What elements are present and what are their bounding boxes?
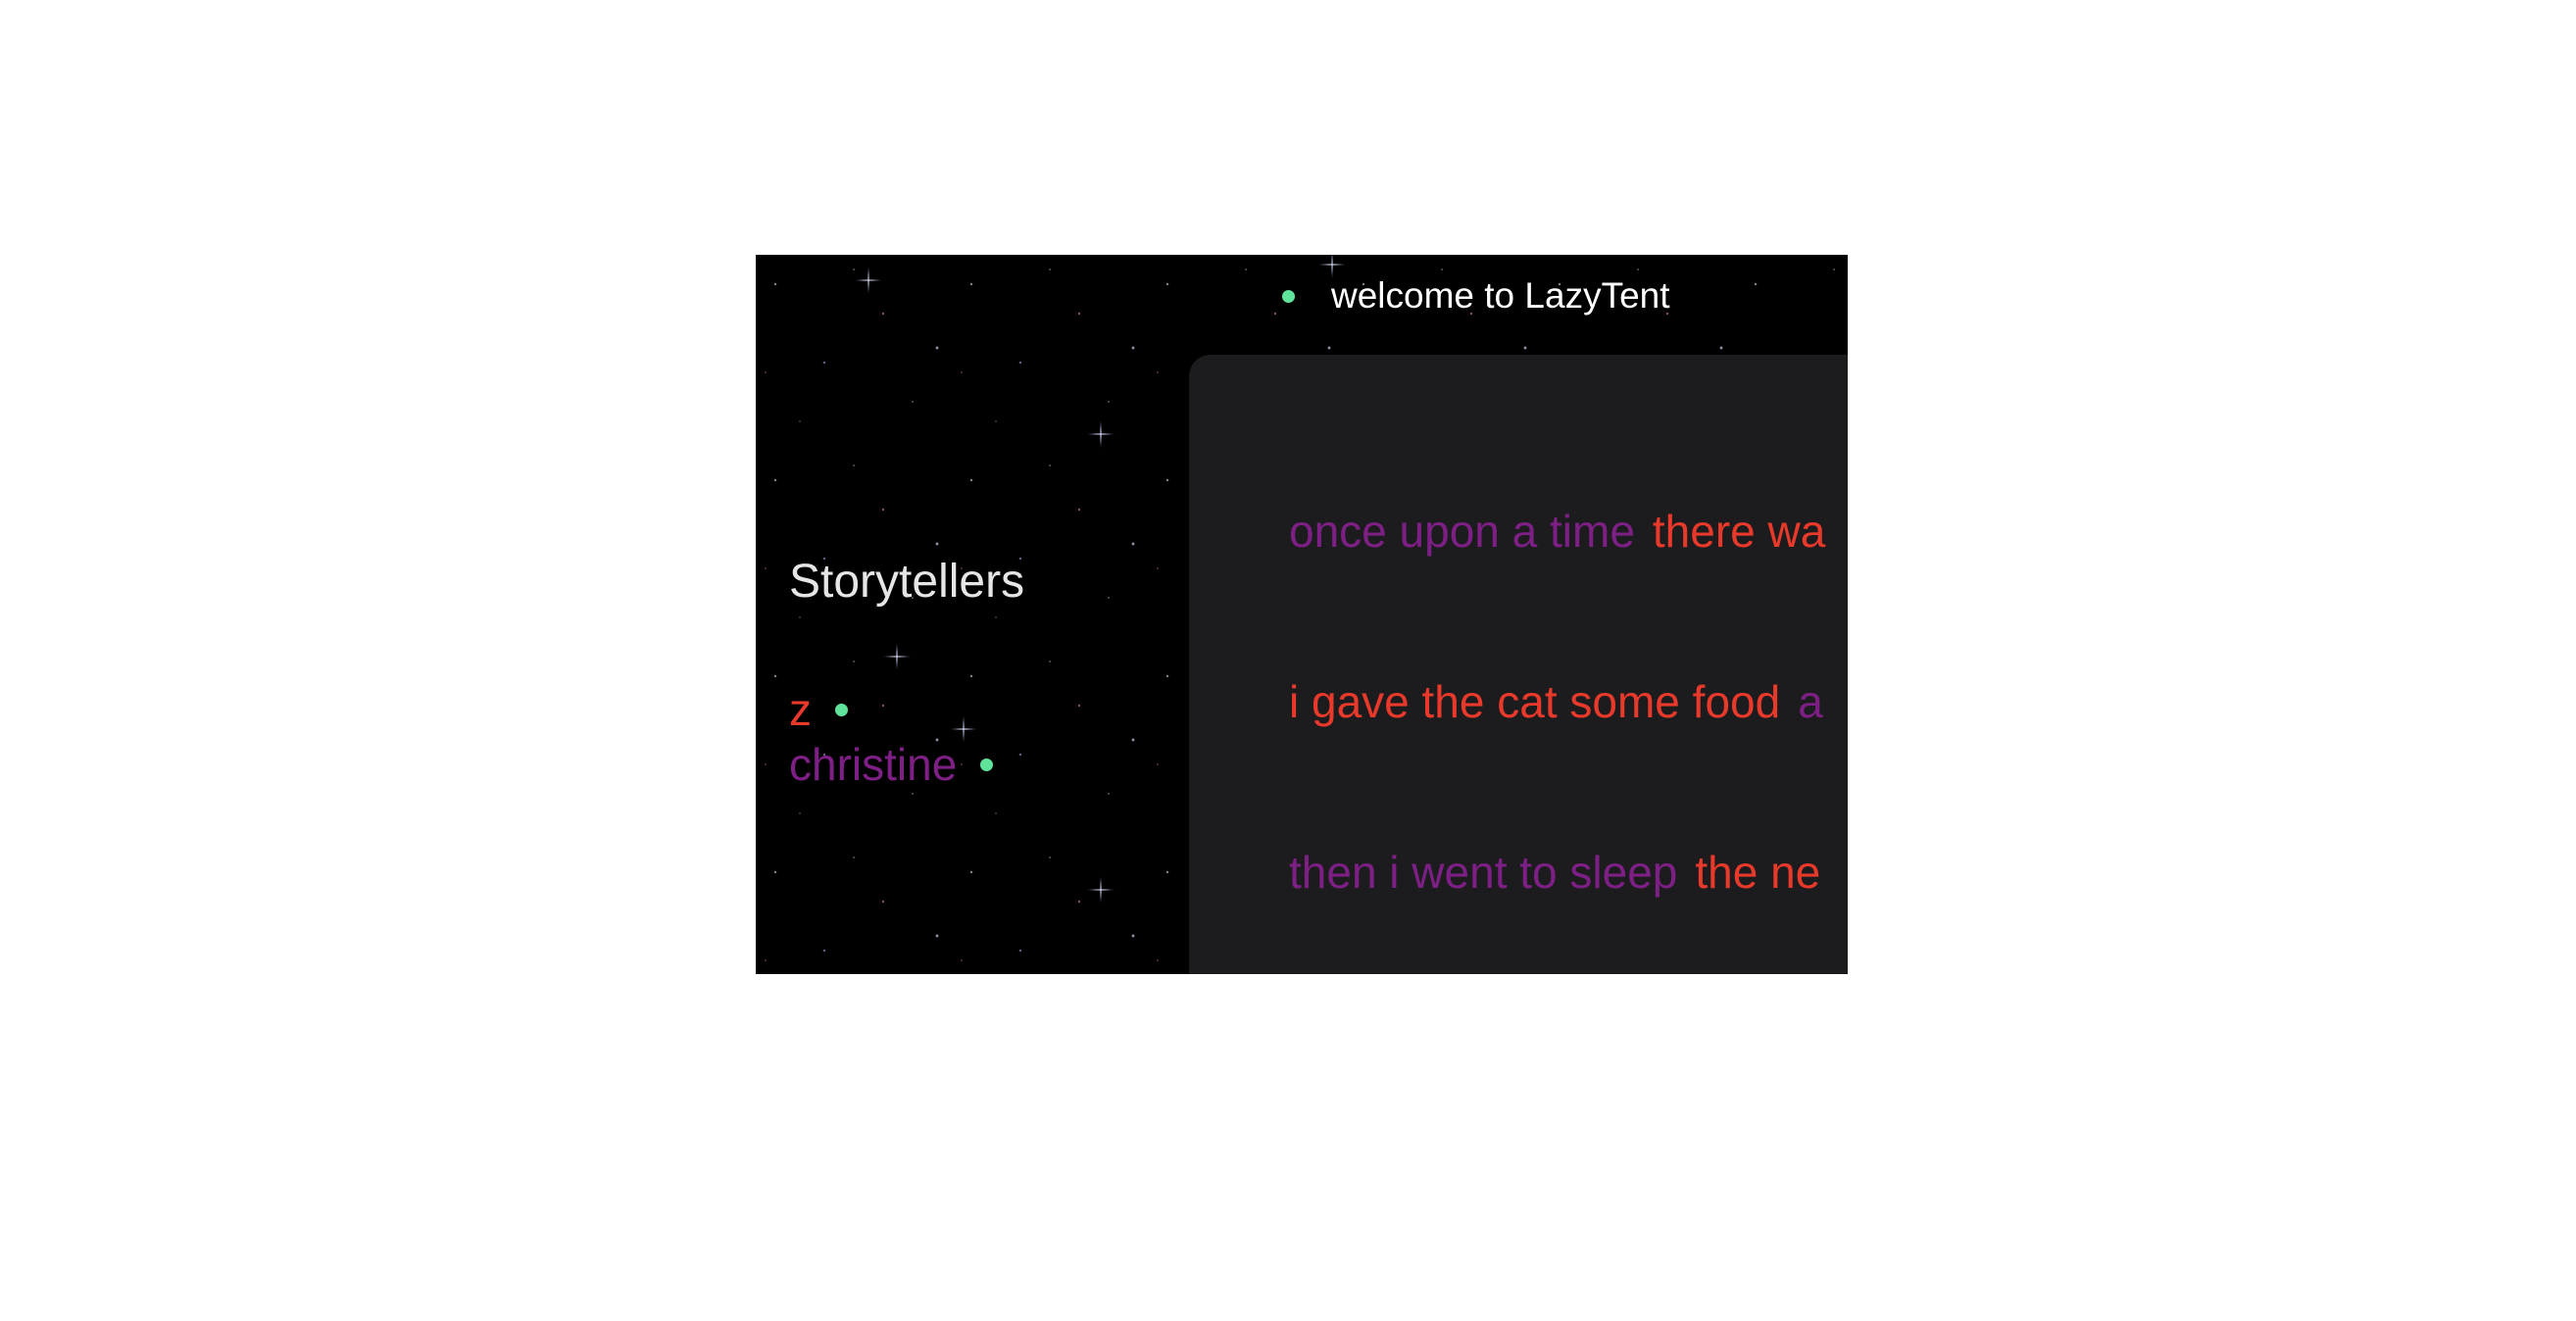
storyteller-name: christine [789, 739, 958, 790]
story-line: i gave the cat some food a [1289, 670, 1841, 733]
story-segment: a [1798, 676, 1823, 727]
online-status-icon [835, 703, 848, 716]
storytellers-heading: Storytellers [789, 556, 1025, 608]
storyteller-item[interactable]: christine [789, 739, 994, 790]
story-line: then i went to sleep the ne [1289, 841, 1838, 904]
story-segment: the ne [1695, 847, 1821, 898]
top-bar: welcome to LazyTent [756, 255, 1848, 355]
online-status-icon [980, 758, 994, 771]
storyteller-item[interactable]: z [789, 684, 848, 735]
welcome-title: welcome to LazyTent [1331, 275, 1670, 316]
storyteller-name: z [789, 684, 812, 735]
story-segment: once upon a time [1289, 506, 1635, 557]
online-dot-icon [1282, 290, 1295, 303]
story-segment: i gave the cat some food [1289, 676, 1781, 727]
storytellers-sidebar: Storytellers z christine [756, 355, 1187, 974]
story-line: once upon a time there wa [1289, 500, 1843, 563]
story-segment: then i went to sleep [1289, 847, 1678, 898]
story-segment: there wa [1652, 506, 1826, 557]
app-window: welcome to LazyTent Storytellers z chris… [756, 255, 1848, 974]
story-panel: once upon a time there wa i gave the cat … [1189, 355, 1848, 974]
